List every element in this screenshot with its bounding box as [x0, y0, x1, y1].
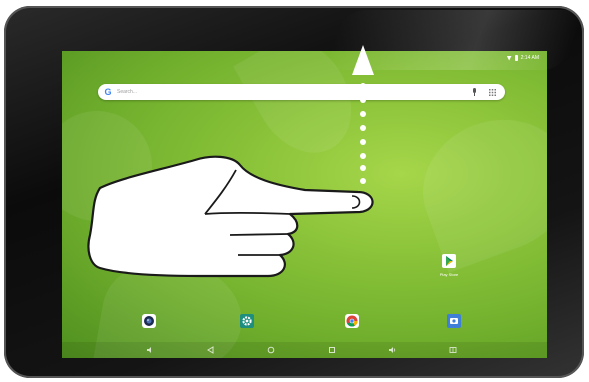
chrome-icon: [346, 315, 358, 327]
screenshot-icon[interactable]: [449, 346, 457, 354]
play-store-icon: [446, 256, 453, 266]
back-icon[interactable]: [207, 346, 215, 354]
gallery-app[interactable]: [447, 314, 461, 328]
wallpaper-leaf: [404, 99, 547, 273]
volume-down-icon[interactable]: [146, 346, 154, 354]
google-logo: G: [104, 87, 112, 97]
wallpaper-leaf: [62, 90, 173, 242]
wifi-icon: [506, 55, 512, 61]
volume-up-icon[interactable]: [388, 346, 396, 354]
camera-icon: [144, 316, 154, 326]
google-search-bar[interactable]: G Search...: [98, 84, 505, 100]
settings-icon: [242, 316, 252, 326]
home-icon[interactable]: [267, 346, 275, 354]
app-grid-icon[interactable]: [487, 87, 497, 97]
chrome-app[interactable]: [345, 314, 359, 328]
play-store-label: Play Store: [439, 272, 459, 277]
recents-icon[interactable]: [328, 346, 336, 354]
gallery-icon: [450, 318, 458, 324]
home-screen[interactable]: 2:14 AM G Search... Play Store: [62, 51, 547, 358]
wallpaper-leaf: [233, 51, 371, 171]
search-placeholder: Search...: [117, 89, 138, 95]
status-time: 2:14 AM: [520, 55, 539, 61]
status-bar: 2:14 AM: [506, 53, 539, 63]
battery-icon: [514, 55, 518, 61]
navigation-bar: [62, 342, 547, 358]
settings-app[interactable]: [240, 314, 254, 328]
tablet-frame: 2:14 AM G Search... Play Store: [4, 6, 584, 378]
camera-app[interactable]: [142, 314, 156, 328]
play-store-app[interactable]: [442, 254, 456, 268]
microphone-icon[interactable]: [469, 87, 479, 97]
